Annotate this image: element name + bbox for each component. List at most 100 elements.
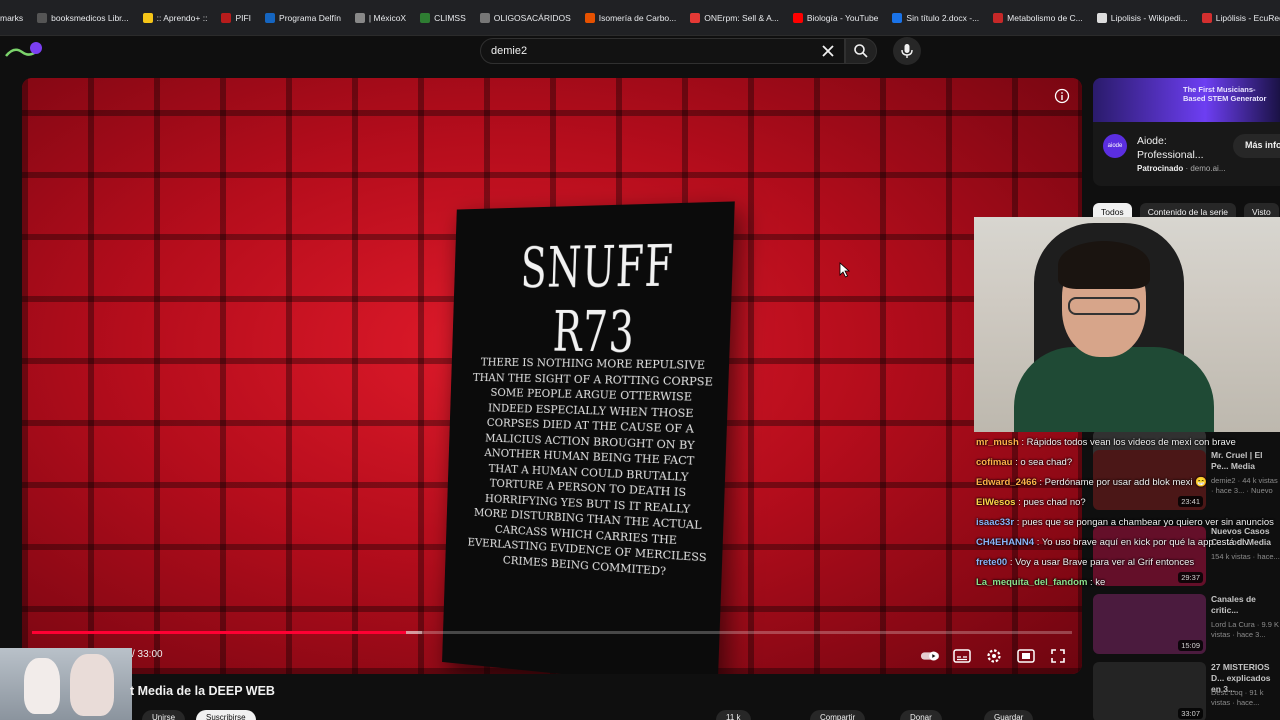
bookmark-item[interactable]: Programa Delfín (265, 7, 341, 29)
subtitles-button[interactable] (952, 646, 972, 666)
bookmark-item[interactable]: :: Aprendo+ :: (142, 7, 208, 29)
chat-message: mr_mush : Rápidos todos vean los videos … (976, 436, 1280, 449)
person-figure (70, 654, 114, 716)
webcam-overlay (974, 217, 1280, 432)
chat-username[interactable]: mr_mush (976, 437, 1019, 448)
chat-username[interactable]: CH4EHANN4 (976, 537, 1034, 548)
bookmark-favicon-icon (142, 12, 153, 23)
bookmark-favicon-icon (584, 12, 595, 23)
chat-username[interactable]: Edward_2466 (976, 477, 1037, 488)
bookmark-label: OLIGOSACÁRIDOS (493, 12, 571, 23)
theater-mode-icon (1017, 649, 1035, 663)
save-button[interactable]: Guardar (984, 710, 1034, 720)
theater-mode-button[interactable] (1016, 646, 1036, 666)
bookmark-item[interactable]: | MéxicoX (354, 7, 407, 29)
screen: marks booksmedicos Libr...:: Aprendo+ :: P… (0, 0, 1280, 720)
bookmark-item[interactable]: Lipólisis - EcuRed (1201, 7, 1280, 29)
join-button[interactable]: Unirse (142, 710, 186, 720)
ad-title: Aiode: Professional... (1137, 135, 1204, 161)
progress-buffered (406, 631, 422, 634)
chat-username[interactable]: ElWesos (976, 497, 1015, 508)
chat-text: : pues que se pongan a chambear yo quier… (1016, 517, 1274, 528)
bookmark-label: Programa Delfín (279, 12, 341, 23)
ad-domain: · demo.ai... (1185, 164, 1226, 173)
progress-played (32, 631, 407, 634)
player-controls (920, 646, 1068, 666)
autoplay-toggle[interactable] (920, 646, 940, 666)
bookmark-item[interactable]: OLIGOSACÁRIDOS (479, 7, 571, 29)
bookmark-label: Lipólisis - EcuRed (1215, 12, 1280, 23)
recommended-video[interactable]: 33:07 27 MISTERIOS D... explicados en 3..… (1093, 662, 1280, 720)
chat-text: : Rápidos todos vean los videos de mexi … (1021, 437, 1236, 448)
video-title: t Media de la DEEP WEB (130, 684, 275, 698)
time-display: / 33:00 (132, 649, 163, 660)
chat-message: cofimau : o sea chad? (976, 456, 1280, 469)
bookmark-item[interactable]: Isomería de Carbo... (584, 7, 677, 29)
chat-text: : o sea chad? (1015, 457, 1073, 468)
bookmark-item[interactable]: Lipolisis - Wikipedi... (1096, 7, 1188, 29)
bookmark-label: | MéxicoX (368, 12, 407, 23)
search-button[interactable] (845, 38, 877, 64)
chat-username[interactable]: cofimau (976, 457, 1012, 468)
video-duration: 33:07 (1178, 708, 1203, 719)
chat-message: ElWesos : pues chad no? (976, 496, 1280, 509)
subtitles-icon (953, 649, 971, 663)
bookmark-item[interactable]: Sin título 2.docx -... (892, 7, 979, 29)
chat-username[interactable]: frete00 (976, 557, 1007, 568)
close-icon[interactable] (820, 43, 836, 59)
person-figure (24, 658, 60, 714)
bookmark-label: Biología - YouTube (806, 12, 879, 23)
chat-username[interactable]: La_mequita_del_fandom (976, 577, 1087, 588)
chat-text: : ke (1090, 577, 1106, 588)
share-button[interactable]: Compartir (810, 710, 866, 720)
bookmark-item[interactable]: CLIMSS (420, 7, 466, 29)
bookmark-item[interactable]: ONErpm: Sell & A... (690, 7, 779, 29)
info-icon[interactable] (1054, 88, 1070, 104)
sponsored-label: Patrocinado (1137, 164, 1184, 173)
voice-search-button[interactable] (893, 37, 921, 65)
bookmark-label: Isomería de Carbo... (598, 12, 677, 23)
bookmark-item[interactable]: PIFI (221, 7, 251, 29)
recommended-meta: Desc Loq · 91 k vistas · hace... (1211, 688, 1264, 707)
settings-button[interactable] (984, 646, 1004, 666)
chat-message: isaac33r : pues que se pongan a chambear… (976, 516, 1280, 529)
bookmark-item[interactable]: Metabolismo de C... (993, 7, 1083, 29)
chat-text: : Voy a usar Brave para ver al Grif ento… (1009, 557, 1195, 568)
bookmark-label: :: Aprendo+ :: (156, 12, 208, 23)
ad-sponsor: Patrocinado · demo.ai... (1137, 164, 1225, 173)
streamer-hair (1058, 241, 1150, 289)
ad-banner-text: The First Musicians-Based STEM Generator (1183, 85, 1267, 103)
sign-title: SNUFF R73 (519, 233, 675, 366)
chat-message: CH4EHANN4 : Yo uso brave aquí en kick po… (976, 536, 1280, 549)
live-chat-overlay: mr_mush : Rápidos todos vean los videos … (976, 436, 1280, 626)
thanks-button[interactable]: Donar (900, 710, 942, 720)
bookmark-label: PIFI (235, 12, 252, 23)
bookmark-item[interactable]: marks (0, 7, 23, 29)
chat-text: : Perdóname por usar add blok mexi 😁 (1039, 477, 1207, 488)
bookmark-item[interactable]: booksmedicos Libr... (37, 7, 129, 29)
video-actions-row: Unirse Suscribirse 11 k Compartir Donar … (0, 710, 1080, 720)
bookmark-label: booksmedicos Libr... (51, 12, 129, 23)
video-thumbnail[interactable]: 33:07 (1093, 662, 1206, 720)
bookmark-label: Lipolisis - Wikipedi... (1110, 12, 1188, 23)
bookmark-label: Metabolismo de C... (1007, 12, 1083, 23)
fullscreen-button[interactable] (1048, 646, 1068, 666)
streamer-glasses (1068, 297, 1140, 315)
autoplay-toggle-icon (920, 651, 940, 661)
chat-message: frete00 : Voy a usar Brave para ver al G… (976, 556, 1280, 569)
bookmark-favicon-icon (221, 12, 232, 23)
chat-text: : Yo uso brave aquí en kick por qué la a… (1036, 537, 1250, 548)
chat-username[interactable]: isaac33r (976, 517, 1014, 528)
bookmark-favicon-icon (354, 12, 365, 23)
bookmark-item[interactable]: Biología - YouTube (792, 7, 879, 29)
video-player[interactable]: SNUFF R73 There is nothing more repulsiv… (22, 78, 1082, 674)
channel-logo-icon[interactable] (4, 40, 44, 62)
like-button[interactable]: 11 k (716, 710, 751, 720)
chat-text: : pues chad no? (1018, 497, 1086, 508)
sponsored-ad[interactable]: The First Musicians-Based STEM Generator… (1093, 78, 1280, 186)
bookmark-favicon-icon (479, 12, 490, 23)
subscribe-button[interactable]: Suscribirse (196, 710, 256, 720)
search-input[interactable]: demie2 (480, 38, 845, 64)
ad-more-info-button[interactable]: Más info (1233, 134, 1280, 158)
progress-bar[interactable] (32, 631, 1072, 634)
